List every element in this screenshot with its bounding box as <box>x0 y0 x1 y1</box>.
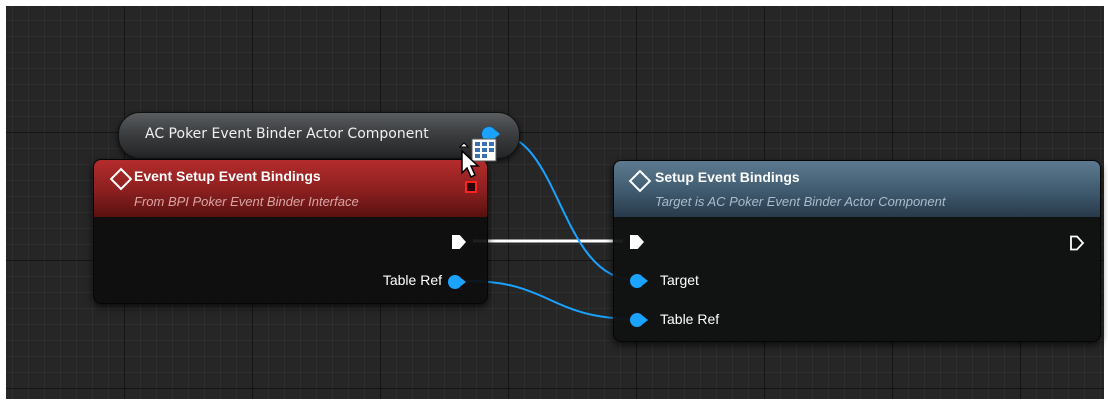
blueprint-editor: AC Poker Event Binder Actor Component Ev… <box>0 0 1108 403</box>
function-diamond-icon <box>628 169 652 193</box>
exec-output-pin[interactable] <box>452 235 466 249</box>
exec-output-pin-icon[interactable] <box>1069 235 1085 251</box>
event-node-title: Event Setup Event Bindings <box>134 168 321 184</box>
delegate-pin-icon[interactable] <box>465 181 477 193</box>
table-ref-input-pin[interactable] <box>630 313 648 327</box>
table-ref-input-label: Table Ref <box>660 311 720 327</box>
exec-input-pin[interactable] <box>630 235 644 249</box>
function-node-header[interactable]: Setup Event Bindings Target is AC Poker … <box>614 161 1100 217</box>
target-input-pin[interactable] <box>630 274 648 288</box>
event-node-header[interactable]: Event Setup Event Bindings From BPI Poke… <box>94 160 487 217</box>
function-node-title: Setup Event Bindings <box>655 169 800 185</box>
function-node-subtitle: Target is AC Poker Event Binder Actor Co… <box>655 194 946 209</box>
target-input-label: Target <box>660 272 699 288</box>
event-node[interactable]: Event Setup Event Bindings From BPI Poke… <box>93 159 488 304</box>
function-call-node[interactable]: Setup Event Bindings Target is AC Poker … <box>613 160 1101 342</box>
event-node-subtitle: From BPI Poker Event Binder Interface <box>134 194 359 209</box>
drag-drop-cursor-icon <box>458 138 497 179</box>
table-ref-output-label: Table Ref <box>382 272 442 288</box>
variable-label: AC Poker Event Binder Actor Component <box>145 126 429 142</box>
table-ref-output-pin[interactable] <box>448 275 466 289</box>
event-diamond-icon <box>109 167 133 191</box>
